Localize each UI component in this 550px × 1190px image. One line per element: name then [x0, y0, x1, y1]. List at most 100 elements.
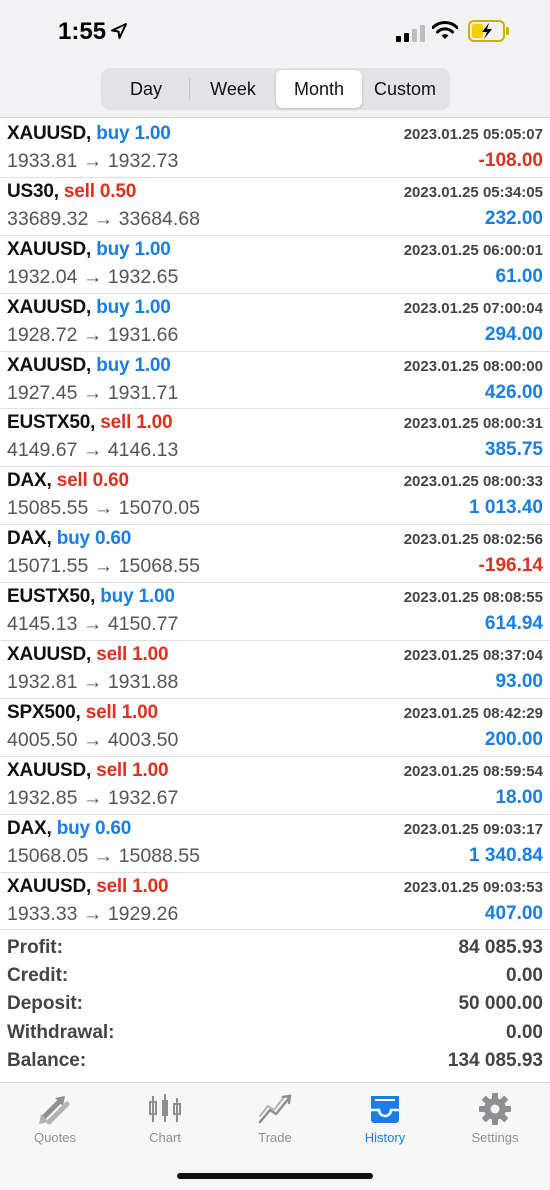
deal-row[interactable]: DAX, sell 0.60 15085.55 → 15070.05 2023.…	[0, 467, 550, 526]
period-tab-month[interactable]: Month	[276, 70, 362, 108]
deal-side: sell 1.00	[96, 759, 169, 781]
deal-time: 2023.01.25 09:03:17	[403, 820, 543, 838]
cellular-signal-icon	[396, 24, 425, 42]
deal-side: sell 0.50	[63, 180, 137, 202]
deal-profit: 614.94	[484, 613, 543, 635]
deal-prices: 1927.45 → 1931.71	[7, 381, 179, 404]
deal-prices: 1928.72 → 1931.66	[7, 323, 179, 346]
tab-label: Settings	[471, 1130, 519, 1145]
deal-symbol-line: EUSTX50, buy 1.00	[7, 586, 175, 608]
deal-symbol: DAX,	[7, 528, 52, 550]
deal-side: buy 1.00	[96, 354, 171, 376]
status-time: 1:55	[58, 18, 107, 45]
deal-prices: 15071.55 → 15068.55	[7, 555, 201, 578]
tab-settings[interactable]: Settings	[440, 1083, 550, 1153]
deal-row[interactable]: XAUUSD, buy 1.00 1932.04 → 1932.65 2023.…	[0, 236, 550, 294]
summary-label: Credit:	[7, 965, 69, 987]
location-arrow-icon	[111, 23, 127, 39]
period-selector-area: Day Week Month Custom	[0, 64, 550, 118]
tab-label: Chart	[149, 1130, 181, 1145]
deal-time: 2023.01.25 06:00:01	[403, 241, 543, 259]
deal-row[interactable]: XAUUSD, buy 1.00 1933.81 → 1932.73 2023.…	[0, 120, 550, 178]
deal-time: 2023.01.25 08:00:33	[403, 473, 543, 491]
deal-row[interactable]: XAUUSD, sell 1.00 1932.81 → 1931.88 2023…	[0, 641, 550, 699]
tab-label: Trade	[258, 1130, 292, 1145]
deal-row[interactable]: XAUUSD, buy 1.00 1928.72 → 1931.66 2023.…	[0, 294, 550, 352]
deal-symbol: XAUUSD,	[7, 644, 92, 666]
candlestick-chart-icon	[149, 1094, 181, 1122]
deal-row[interactable]: US30, sell 0.50 33689.32 → 33684.68 2023…	[0, 178, 550, 236]
deal-symbol: DAX,	[7, 817, 52, 839]
deal-side: buy 1.00	[96, 296, 171, 318]
deal-row[interactable]: SPX500, sell 1.00 4005.50 → 4003.50 2023…	[0, 699, 550, 757]
deal-time: 2023.01.25 08:37:04	[403, 647, 543, 665]
period-tab-day[interactable]: Day	[103, 70, 189, 108]
deal-profit: 61.00	[495, 265, 543, 287]
deal-symbol-line: SPX500, sell 1.00	[7, 702, 158, 724]
summary-value: 0.00	[506, 965, 543, 987]
deal-time: 2023.01.25 09:03:53	[403, 878, 543, 896]
deal-profit: 426.00	[484, 381, 543, 403]
deal-symbol-line: XAUUSD, sell 1.00	[7, 644, 169, 666]
deal-side: buy 1.00	[96, 123, 171, 144]
deal-row[interactable]: XAUUSD, sell 1.00 1933.33 → 1929.26 2023…	[0, 873, 550, 931]
deal-symbol: XAUUSD,	[7, 296, 92, 318]
deal-profit: 18.00	[495, 786, 543, 808]
deal-time: 2023.01.25 05:34:05	[403, 183, 543, 201]
deal-symbol: EUSTX50,	[7, 586, 96, 608]
deal-side: sell 1.00	[85, 701, 158, 723]
deal-symbol: XAUUSD,	[7, 354, 92, 376]
tab-chart[interactable]: Chart	[110, 1083, 220, 1153]
history-inbox-icon	[371, 1096, 399, 1123]
deal-profit: 93.00	[495, 671, 543, 693]
tab-quotes[interactable]: Quotes	[0, 1083, 110, 1153]
deal-row[interactable]: XAUUSD, sell 1.00 1932.85 → 1932.67 2023…	[0, 757, 550, 815]
deal-symbol-line: EUSTX50, sell 1.00	[7, 412, 173, 434]
deal-row[interactable]: XAUUSD, buy 1.00 1927.45 → 1931.71 2023.…	[0, 352, 550, 410]
deal-side: sell 0.60	[56, 470, 129, 492]
period-segmented-control: Day Week Month Custom	[101, 68, 450, 110]
deal-symbol: SPX500,	[7, 701, 81, 723]
deal-symbol: XAUUSD,	[7, 238, 92, 260]
deal-row[interactable]: DAX, buy 0.60 15068.05 → 15088.55 2023.0…	[0, 815, 550, 873]
summary-row-profit: Profit: 84 085.93	[0, 935, 550, 963]
gear-icon	[479, 1093, 511, 1125]
deal-symbol: XAUUSD,	[7, 759, 92, 781]
deal-row[interactable]: EUSTX50, buy 1.00 4145.13 → 4150.77 2023…	[0, 583, 550, 642]
deal-row[interactable]: EUSTX50, sell 1.00 4149.67 → 4146.13 202…	[0, 409, 550, 468]
tab-trade[interactable]: Trade	[220, 1083, 330, 1153]
deal-symbol: EUSTX50,	[7, 412, 96, 434]
status-bar: 1:55	[0, 0, 550, 64]
deal-side: sell 1.00	[96, 875, 169, 897]
deal-symbol: DAX,	[7, 470, 52, 492]
period-tab-custom[interactable]: Custom	[362, 70, 448, 108]
deal-side: sell 1.00	[96, 644, 169, 666]
deal-profit: 385.75	[484, 439, 543, 461]
deal-profit: -108.00	[478, 150, 543, 171]
deal-prices: 4149.67 → 4146.13	[7, 439, 179, 462]
summary-value: 0.00	[506, 1021, 543, 1043]
home-indicator[interactable]	[177, 1173, 373, 1179]
summary-label: Deposit:	[7, 993, 83, 1015]
summary-value: 50 000.00	[458, 993, 543, 1015]
bottom-tab-bar: Quotes Chart Trade History Settings	[0, 1082, 550, 1190]
trade-trend-icon	[258, 1094, 292, 1124]
deal-time: 2023.01.25 07:00:04	[403, 299, 543, 317]
deal-symbol-line: XAUUSD, sell 1.00	[7, 875, 169, 898]
deal-profit: 294.00	[484, 323, 543, 345]
deal-row[interactable]: DAX, buy 0.60 15071.55 → 15068.55 2023.0…	[0, 525, 550, 584]
summary-label: Profit:	[7, 937, 63, 958]
period-tab-week[interactable]: Week	[190, 70, 276, 108]
deal-time: 2023.01.25 08:08:55	[403, 589, 543, 607]
deal-prices: 1932.04 → 1932.65	[7, 265, 179, 288]
deal-symbol-line: US30, sell 0.50	[7, 181, 136, 203]
deal-symbol-line: XAUUSD, buy 1.00	[7, 355, 171, 377]
tab-label: History	[364, 1130, 406, 1145]
summary-label: Balance:	[7, 1049, 87, 1071]
summary-label: Withdrawal:	[7, 1021, 115, 1043]
summary-row-withdrawal: Withdrawal: 0.00	[0, 1020, 550, 1048]
tab-history[interactable]: History	[330, 1083, 440, 1153]
deal-prices: 15068.05 → 15088.55	[7, 844, 201, 867]
deal-prices: 1932.85 → 1932.67	[7, 786, 179, 809]
summary-row-credit: Credit: 0.00	[0, 963, 550, 991]
